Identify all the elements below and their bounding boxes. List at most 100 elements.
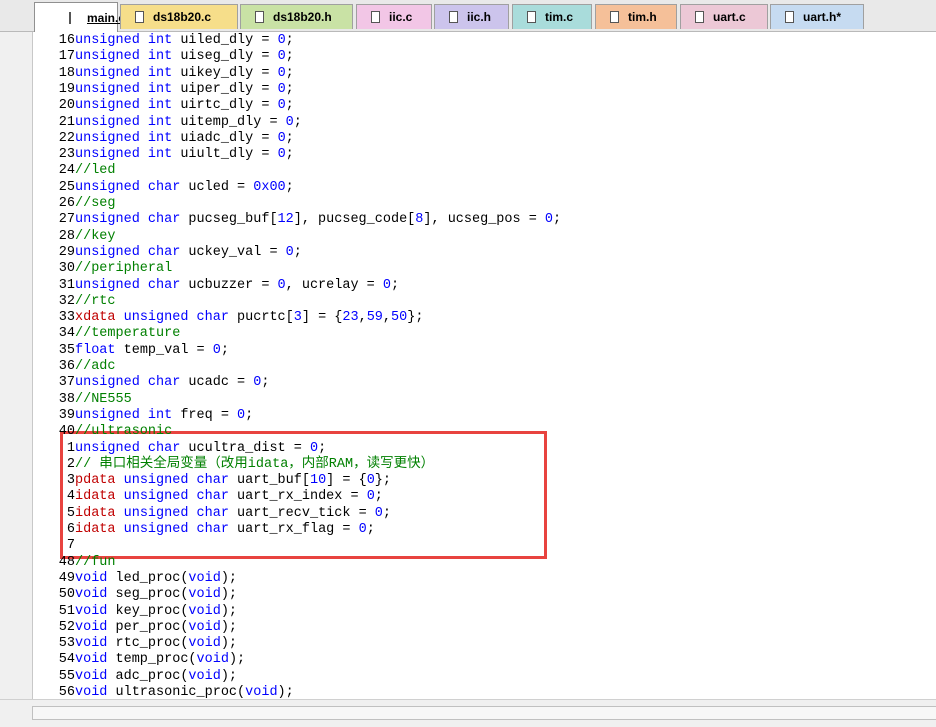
line-number: 2	[66, 456, 75, 472]
code-text: unsigned char pucseg_buf[12], pucseg_cod…	[75, 212, 562, 228]
tab-label: uart.h*	[803, 10, 842, 24]
line-number: 53	[58, 636, 75, 652]
code-line: 37unsigned char ucadc = 0;	[33, 375, 270, 391]
line-number: 5	[66, 505, 75, 521]
file-icon	[135, 11, 144, 23]
code-line: 54void temp_proc(void);	[33, 652, 245, 668]
code-line: 6idata unsigned char uart_rx_flag = 0;	[33, 522, 375, 538]
line-number: 4	[66, 489, 75, 505]
code-line: 5idata unsigned char uart_recv_tick = 0;	[33, 506, 391, 522]
code-line: 31unsigned char ucbuzzer = 0, ucrelay = …	[33, 278, 399, 294]
code-line: 55void adc_proc(void);	[33, 669, 237, 685]
tab-uart-c[interactable]: uart.c	[680, 4, 768, 29]
tab-tim-c[interactable]: tim.c	[512, 4, 592, 29]
tab-ds18b20-h[interactable]: ds18b20.h	[240, 4, 353, 29]
file-icon	[527, 11, 536, 23]
code-text: //rtc	[75, 293, 116, 309]
line-number: 36	[58, 359, 75, 374]
tab-iic-h[interactable]: iic.h	[434, 4, 509, 29]
line-number: 20	[58, 98, 75, 114]
code-line: 34//temperature	[33, 326, 181, 342]
code-text: //ultrasonic	[75, 424, 173, 440]
code-line: 17unsigned int uiseg_dly = 0;	[33, 49, 294, 65]
code-text: //temperature	[75, 326, 181, 342]
horizontal-scrollbar[interactable]	[32, 706, 936, 720]
code-text: unsigned char ucbuzzer = 0, ucrelay = 0;	[75, 277, 400, 293]
code-text: //key	[75, 228, 116, 244]
code-text: //NE555	[75, 391, 132, 407]
code-text: idata unsigned char uart_rx_flag = 0;	[75, 522, 375, 537]
code-text: void rtc_proc(void);	[75, 636, 238, 652]
code-text: //adc	[75, 359, 116, 374]
code-line: 25unsigned char ucled = 0x00;	[33, 180, 294, 196]
code-line: 36//adc	[33, 359, 116, 375]
code-line: 29unsigned char uckey_val = 0;	[33, 245, 302, 261]
code-line: 7	[33, 538, 75, 554]
code-text: // 串口相关全局变量（改用idata，内部RAM，读写更快）	[75, 456, 435, 472]
line-number: 16	[58, 33, 75, 48]
tab-tim-h[interactable]: tim.h	[595, 4, 677, 29]
line-number: 32	[58, 293, 75, 309]
code-line: 4idata unsigned char uart_rx_index = 0;	[33, 489, 383, 505]
code-text: unsigned char ucultra_dist = 0;	[75, 440, 327, 456]
code-line: 53void rtc_proc(void);	[33, 636, 237, 652]
tab-iic-c[interactable]: iic.c	[356, 4, 432, 29]
code-line: 32//rtc	[33, 294, 116, 310]
line-number: 24	[58, 163, 75, 179]
code-text: void key_proc(void);	[75, 603, 238, 619]
code-editor[interactable]: 16unsigned int uiled_dly = 0; 17unsigned …	[32, 32, 936, 699]
code-line: 56void ultrasonic_proc(void);	[33, 685, 294, 699]
file-icon	[785, 11, 794, 23]
line-number: 28	[58, 228, 75, 244]
tab-ds18b20-c[interactable]: ds18b20.c	[120, 4, 238, 29]
code-line: 24//led	[33, 163, 116, 179]
code-text: unsigned char ucadc = 0;	[75, 375, 270, 391]
code-text: void per_proc(void);	[75, 619, 238, 635]
code-text: void led_proc(void);	[75, 570, 238, 586]
tab-main-c[interactable]: main.c	[34, 2, 125, 32]
line-number: 39	[58, 407, 75, 423]
code-line: 16unsigned int uiled_dly = 0;	[33, 33, 294, 49]
code-text: unsigned int uirtc_dly = 0;	[75, 98, 294, 114]
file-icon	[449, 11, 458, 23]
code-text: pdata unsigned char uart_buf[10] = {0};	[75, 473, 391, 489]
tab-uart-h[interactable]: uart.h*	[770, 4, 864, 29]
code-text: unsigned char uckey_val = 0;	[75, 244, 302, 260]
line-number: 51	[58, 603, 75, 619]
code-line: 52void per_proc(void);	[33, 620, 237, 636]
file-icon	[255, 11, 264, 23]
line-number: 3	[66, 473, 75, 489]
line-number: 18	[58, 65, 75, 81]
code-line: 49void led_proc(void);	[33, 571, 237, 587]
file-icon	[695, 11, 704, 23]
code-line: 28//key	[33, 229, 116, 245]
code-text: unsigned int uiult_dly = 0;	[75, 147, 294, 163]
code-line: 27unsigned char pucseg_buf[12], pucseg_c…	[33, 212, 561, 228]
code-text: idata unsigned char uart_recv_tick = 0;	[75, 505, 391, 521]
code-line: 2// 串口相关全局变量（改用idata，内部RAM，读写更快）	[33, 457, 434, 473]
line-number: 35	[58, 342, 75, 358]
line-number: 6	[66, 522, 75, 537]
code-line: 1unsigned char ucultra_dist = 0;	[33, 441, 326, 457]
tab-label: ds18b20.c	[153, 10, 212, 24]
tab-label: iic.c	[389, 10, 413, 24]
line-number: 7	[66, 538, 75, 554]
editor-tab-bar: main.c ds18b20.c ds18b20.h iic.c iic.h tim.c t…	[0, 0, 936, 32]
line-number: 29	[58, 244, 75, 260]
code-line: 39unsigned int freq = 0;	[33, 408, 253, 424]
file-icon	[610, 11, 619, 23]
line-number: 26	[58, 196, 75, 211]
code-line: 33xdata unsigned char pucrtc[3] = {23,59…	[33, 310, 424, 326]
code-line: 50void seg_proc(void);	[33, 587, 237, 603]
code-text: idata unsigned char uart_rx_index = 0;	[75, 489, 383, 505]
code-text: void seg_proc(void);	[75, 587, 238, 603]
code-line: 51void key_proc(void);	[33, 604, 237, 620]
code-line: 23unsigned int uiult_dly = 0;	[33, 147, 294, 163]
code-line: 22unsigned int uiadc_dly = 0;	[33, 131, 294, 147]
tab-label: tim.h	[628, 10, 657, 24]
code-text: unsigned int uiper_dly = 0;	[75, 81, 294, 97]
line-number: 23	[58, 147, 75, 163]
code-text: unsigned int uiled_dly = 0;	[75, 33, 294, 48]
code-text: unsigned int uitemp_dly = 0;	[75, 114, 302, 130]
code-line: 30//peripheral	[33, 261, 172, 277]
